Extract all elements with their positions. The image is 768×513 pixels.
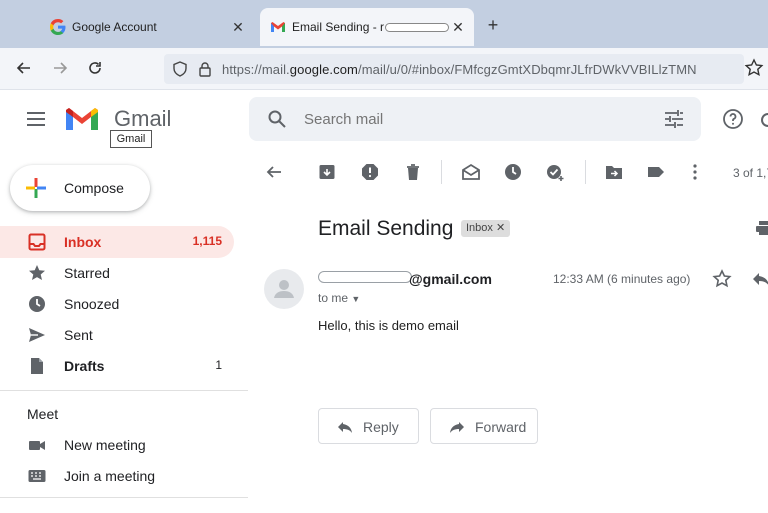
help-icon[interactable] [722, 108, 744, 130]
clock-icon [29, 296, 45, 312]
message-timestamp: 12:33 AM (6 minutes ago) [553, 272, 691, 286]
back-to-inbox-icon[interactable] [265, 163, 283, 181]
lock-icon[interactable] [198, 61, 212, 77]
search-options-icon[interactable] [664, 110, 684, 128]
add-to-tasks-icon[interactable] [546, 163, 564, 181]
archive-icon[interactable] [318, 163, 336, 181]
reply-button[interactable]: Reply [318, 408, 419, 444]
print-icon[interactable] [756, 220, 768, 236]
more-options-icon[interactable] [686, 163, 704, 181]
delete-trash-icon[interactable] [404, 163, 422, 181]
star-message-icon[interactable] [712, 269, 732, 289]
sidebar-item-label: Sent [64, 327, 93, 343]
sidebar-item-join-meeting[interactable]: Join a meeting [0, 460, 234, 492]
email-body: Hello, this is demo email [318, 318, 459, 333]
person-icon [274, 280, 294, 298]
sidebar-divider [0, 497, 248, 498]
gmail-icon [271, 22, 285, 32]
sidebar-item-label: Drafts [64, 358, 105, 374]
star-icon [29, 265, 45, 280]
tab-google-account[interactable]: Google Account ✕ [40, 8, 254, 46]
move-to-folder-icon[interactable] [605, 163, 623, 181]
redaction-mark [385, 23, 450, 33]
search-icon[interactable] [268, 110, 286, 128]
sidebar-divider [0, 390, 248, 391]
compose-label: Compose [64, 180, 124, 196]
settings-gear-icon[interactable] [760, 110, 768, 130]
browser-tab-strip: Google Account ✕ Email Sending - r ✕ + [0, 0, 768, 48]
sidebar-item-label: New meeting [64, 437, 146, 453]
back-arrow-icon[interactable] [14, 58, 34, 78]
tab-title: Google Account [72, 20, 157, 34]
gmail-wordmark[interactable]: Gmail [114, 106, 171, 132]
sidebar-item-starred[interactable]: Starred [0, 257, 234, 289]
keyboard-icon [28, 470, 46, 482]
close-tab-icon[interactable]: ✕ [230, 19, 246, 35]
snooze-clock-icon[interactable] [504, 163, 522, 181]
reload-icon[interactable] [85, 58, 105, 78]
gmail-logo-icon[interactable] [64, 106, 100, 132]
sidebar-item-snoozed[interactable]: Snoozed [0, 288, 234, 320]
forward-arrow-icon [450, 422, 464, 433]
address-bar[interactable]: https://mail.google.com/mail/u/0/#inbox/… [164, 54, 744, 84]
mark-unread-icon[interactable] [462, 163, 480, 181]
unread-count: 1,115 [192, 234, 222, 248]
bookmark-star-icon[interactable] [744, 58, 764, 78]
search-input[interactable] [304, 111, 604, 128]
sidebar-item-sent[interactable]: Sent [0, 319, 234, 351]
tab-email-sending[interactable]: Email Sending - r ✕ [260, 8, 474, 46]
sidebar-item-label: Join a meeting [64, 468, 156, 484]
sidebar-item-label: Snoozed [64, 296, 120, 312]
send-icon [29, 328, 45, 342]
tab-title: Email Sending - r [292, 20, 450, 34]
recipient-details[interactable]: to me ▼ [318, 291, 360, 305]
sidebar-item-new-meeting[interactable]: New meeting [0, 429, 234, 461]
remove-label-icon[interactable]: ✕ [496, 222, 505, 234]
toolbar-separator [585, 160, 586, 184]
close-tab-icon[interactable]: ✕ [450, 19, 466, 35]
draft-icon [31, 358, 43, 374]
meet-section-header: Meet [27, 406, 59, 422]
gmail-tooltip: Gmail [110, 130, 152, 148]
forward-label: Forward [475, 419, 527, 435]
shield-icon[interactable] [172, 61, 188, 77]
reply-label: Reply [363, 419, 399, 435]
browser-nav-bar: https://mail.google.com/mail/u/0/#inbox/… [0, 48, 768, 90]
email-subject: Email Sending [318, 217, 454, 240]
reply-arrow-icon [338, 422, 352, 433]
video-icon [29, 441, 45, 450]
forward-button[interactable]: Forward [430, 408, 538, 444]
pagination-text: 3 of 1,7 [733, 166, 768, 180]
sidebar-item-label: Starred [64, 265, 110, 281]
main-menu-icon[interactable] [26, 110, 46, 128]
forward-arrow-icon[interactable] [50, 58, 70, 78]
google-g-icon [50, 19, 66, 35]
sidebar-item-inbox[interactable]: Inbox 1,115 [0, 226, 234, 258]
label-chip-text: Inbox [466, 222, 493, 234]
inbox-icon [28, 233, 46, 251]
compose-button[interactable]: Compose [10, 165, 150, 211]
url-text: https://mail.google.com/mail/u/0/#inbox/… [222, 62, 697, 77]
toolbar-separator [441, 160, 442, 184]
inbox-label-chip[interactable]: Inbox ✕ [461, 220, 511, 237]
sender-email[interactable]: @gmail.com [409, 271, 492, 287]
report-spam-icon[interactable] [361, 163, 379, 181]
sidebar-item-drafts[interactable]: Drafts 1 [0, 350, 234, 382]
sender-avatar[interactable] [264, 269, 304, 309]
sidebar-item-label: Inbox [64, 234, 102, 250]
new-tab-icon[interactable]: + [484, 16, 502, 34]
label-tag-icon[interactable] [647, 163, 665, 181]
chevron-down-icon: ▼ [351, 294, 361, 304]
reply-icon[interactable] [752, 270, 768, 288]
compose-plus-icon [26, 178, 46, 198]
draft-count: 1 [215, 358, 222, 372]
redacted-sender-name [318, 271, 412, 283]
